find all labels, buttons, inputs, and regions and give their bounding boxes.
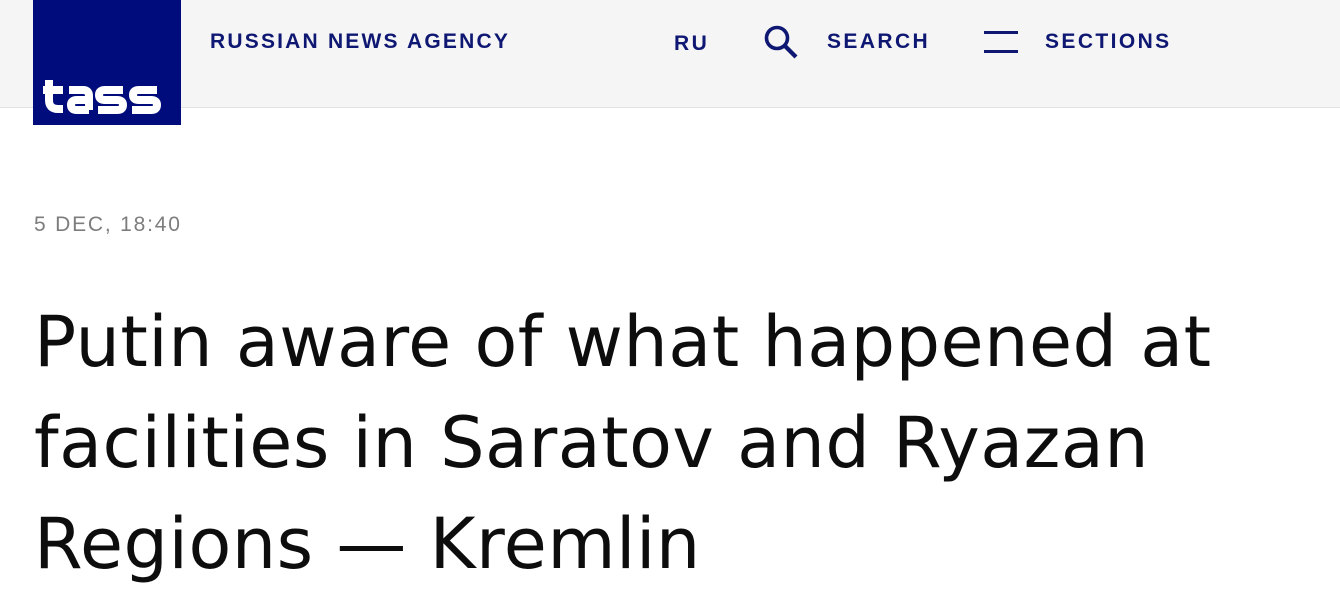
search-label: SEARCH: [827, 30, 931, 53]
sections-menu-button[interactable]: SECTIONS: [984, 28, 1172, 56]
tass-logo[interactable]: [33, 0, 181, 125]
search-button[interactable]: SEARCH: [763, 24, 930, 60]
language-switch-ru[interactable]: RU: [674, 32, 709, 56]
search-icon: [763, 24, 799, 60]
article-dateline: 5 DEC, 18:40: [34, 213, 182, 236]
site-header: RUSSIAN NEWS AGENCY RU SEARCH SECTIONS: [0, 0, 1340, 125]
hamburger-menu-icon: [984, 28, 1018, 56]
tass-logo-wordmark: [43, 80, 162, 114]
agency-name: RUSSIAN NEWS AGENCY: [210, 30, 511, 53]
language-label: RU: [674, 32, 710, 55]
article-headline: Putin aware of what happened at faciliti…: [34, 301, 1212, 585]
sections-label: SECTIONS: [1045, 30, 1172, 53]
